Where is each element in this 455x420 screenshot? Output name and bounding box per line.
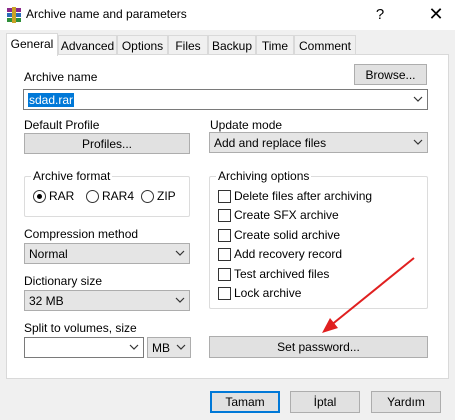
annotation-arrow [322, 257, 415, 333]
help-button[interactable]: Yardım [371, 391, 441, 413]
tab-general[interactable]: General [6, 33, 58, 56]
ok-button[interactable]: Tamam [210, 391, 280, 413]
cancel-button[interactable]: İptal [290, 391, 360, 413]
